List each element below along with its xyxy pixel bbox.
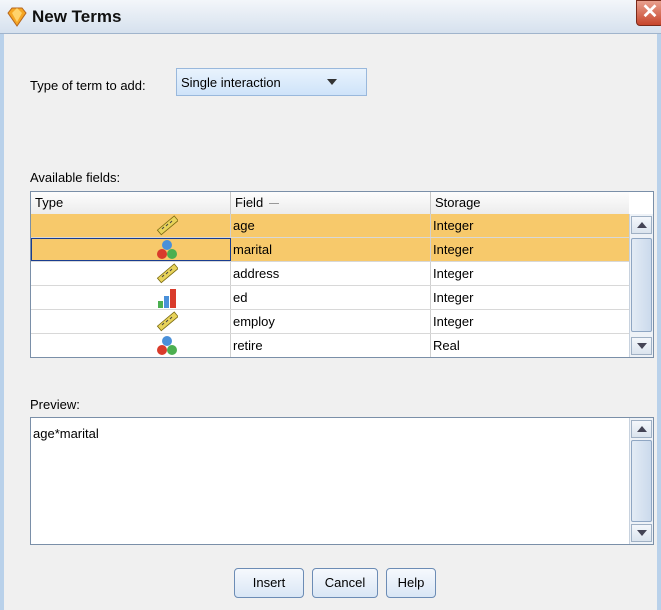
scroll-down-button[interactable] <box>631 337 652 355</box>
column-header-field[interactable]: Field <box>231 192 431 214</box>
arrow-down-icon <box>637 343 647 349</box>
term-type-select[interactable]: Single interaction <box>176 68 367 96</box>
storage-cell: Integer <box>433 242 474 257</box>
scroll-thumb[interactable] <box>631 238 652 332</box>
table-row[interactable]: marital Integer <box>31 238 629 262</box>
storage-cell: Integer <box>433 314 474 329</box>
arrow-down-icon <box>637 530 647 536</box>
sort-indicator-icon <box>269 203 280 205</box>
storage-cell: Integer <box>433 290 474 305</box>
scroll-up-button[interactable] <box>631 420 652 438</box>
preview-label: Preview: <box>30 397 80 412</box>
fields-scrollbar[interactable] <box>629 214 653 357</box>
preview-textarea[interactable]: age*marital <box>30 417 654 545</box>
ruler-icon <box>156 263 178 284</box>
storage-cell: Integer <box>433 218 474 233</box>
term-type-label: Type of term to add: <box>30 78 146 93</box>
ruler-icon <box>156 215 178 236</box>
chevron-down-icon <box>327 79 337 85</box>
app-diamond-icon <box>7 7 27 27</box>
column-header-type[interactable]: Type <box>31 192 231 214</box>
preview-scrollbar[interactable] <box>629 418 653 544</box>
available-fields-table: Type Field Storage age Integer marital I… <box>30 191 654 358</box>
cancel-button[interactable]: Cancel <box>312 568 378 598</box>
scroll-thumb[interactable] <box>631 440 652 522</box>
table-row[interactable]: age Integer <box>31 214 629 238</box>
column-header-storage[interactable]: Storage <box>431 192 629 214</box>
table-row[interactable]: address Integer <box>31 262 629 286</box>
help-button[interactable]: Help <box>386 568 436 598</box>
field-name-cell: age <box>231 214 431 237</box>
scroll-down-button[interactable] <box>631 524 652 542</box>
field-name-cell: ed <box>231 286 431 309</box>
title-bar: New Terms ✕ <box>0 0 661 34</box>
window-title: New Terms <box>32 7 122 26</box>
arrow-up-icon <box>637 426 647 432</box>
ordinal-icon <box>158 289 176 308</box>
arrow-up-icon <box>637 222 647 228</box>
available-fields-label: Available fields: <box>30 170 121 185</box>
field-name-cell: retire <box>231 334 431 357</box>
preview-text: age*marital <box>33 426 99 441</box>
term-type-value: Single interaction <box>181 75 281 90</box>
nominal-icon <box>157 336 177 355</box>
ruler-icon <box>156 311 178 332</box>
field-name-cell: marital <box>231 238 431 261</box>
insert-button[interactable]: Insert <box>234 568 304 598</box>
nominal-icon <box>157 240 177 259</box>
close-button[interactable]: ✕ <box>636 0 661 26</box>
table-header: Type Field Storage <box>31 192 629 215</box>
table-row[interactable]: ed Integer <box>31 286 629 310</box>
field-name-cell: address <box>231 262 431 285</box>
storage-cell: Integer <box>433 266 474 281</box>
table-row[interactable]: retire Real <box>31 334 629 358</box>
table-row[interactable]: employ Integer <box>31 310 629 334</box>
storage-cell: Real <box>433 338 460 353</box>
field-name-cell: employ <box>231 310 431 333</box>
scroll-up-button[interactable] <box>631 216 652 234</box>
